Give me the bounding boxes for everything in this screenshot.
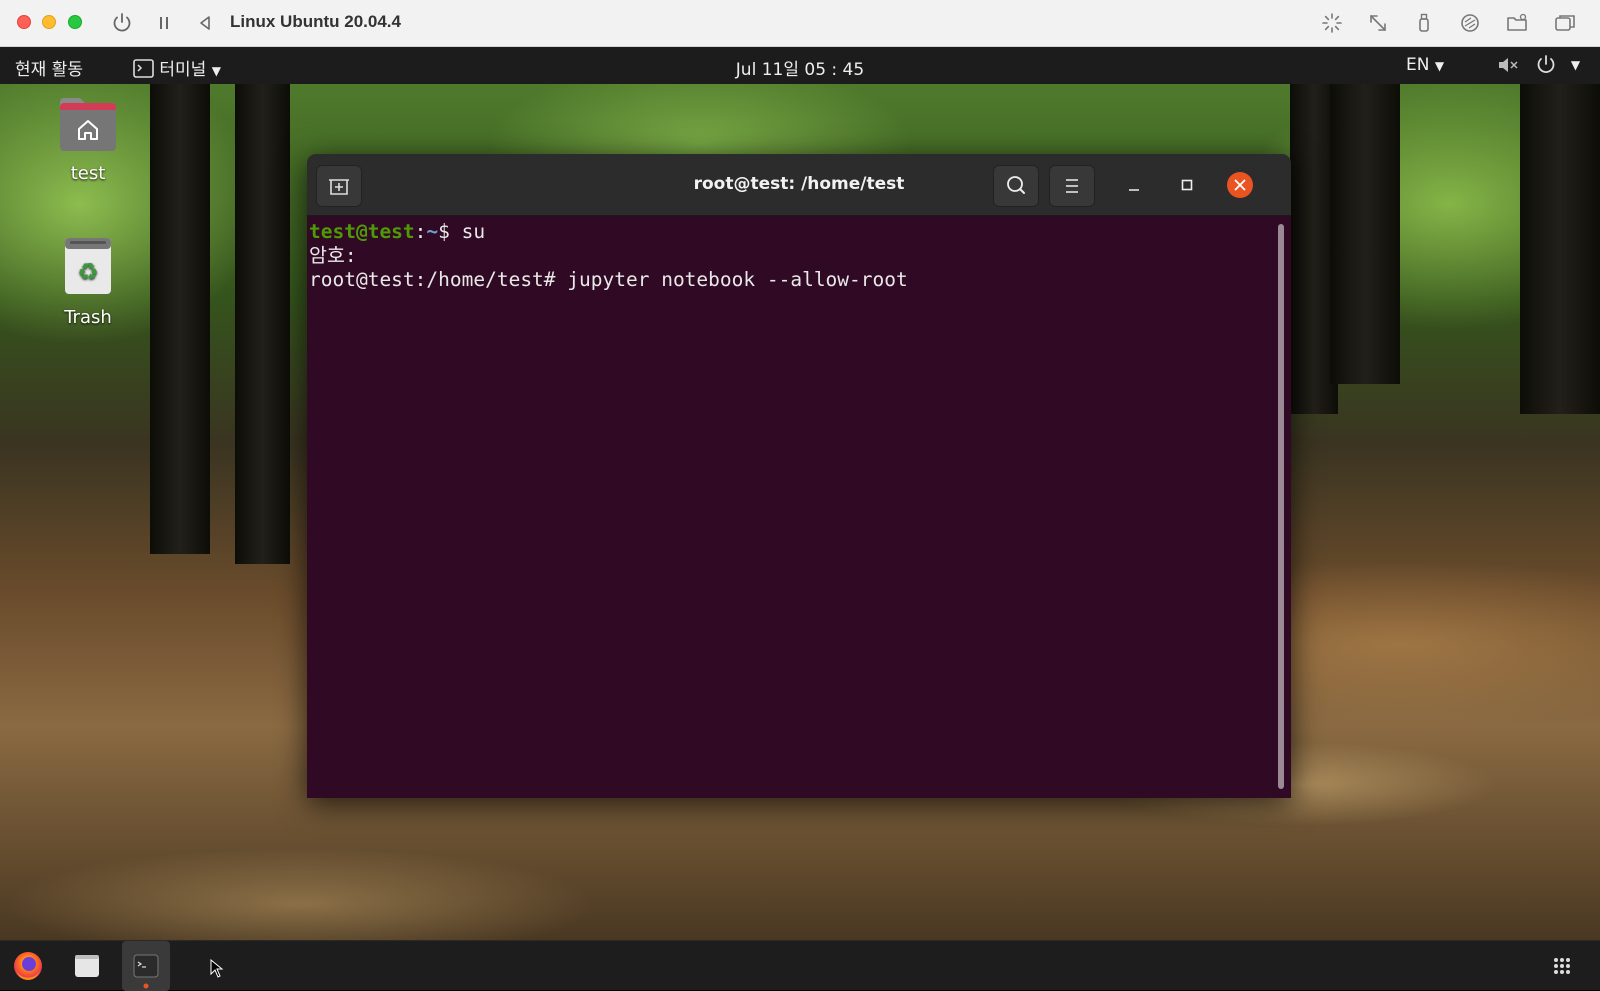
search-button[interactable]: [993, 165, 1039, 207]
files-icon[interactable]: [67, 946, 107, 986]
power-icon[interactable]: [110, 11, 134, 35]
new-tab-icon: [329, 179, 349, 195]
command-text: $ su: [438, 220, 486, 243]
shared-folder-icon[interactable]: [1505, 11, 1529, 35]
speaker-muted-icon: [1499, 58, 1518, 72]
input-lang-label: EN: [1406, 55, 1430, 75]
dock: [0, 940, 1600, 991]
svg-text:♻: ♻: [77, 258, 99, 286]
vm-title: Linux Ubuntu 20.04.4: [230, 12, 401, 31]
minimize-window-button[interactable]: [42, 15, 56, 29]
prompt-path: ~: [426, 220, 439, 243]
gnome-top-bar: 현재 활동 터미널 ▼ Jul 11일 05 : 45 EN ▼ ▼: [0, 47, 1600, 84]
usb-icon[interactable]: [1412, 11, 1436, 35]
tree-trunk: [1520, 84, 1600, 414]
vm-host-titlebar: Linux Ubuntu 20.04.4: [0, 0, 1600, 47]
desktop-icon-home[interactable]: test: [38, 96, 138, 184]
tree-trunk: [235, 84, 290, 564]
mouse-cursor-icon: [210, 959, 224, 978]
tree-trunk: [1330, 84, 1400, 384]
prompt-user: test@test: [309, 220, 415, 243]
input-source-menu[interactable]: EN ▼: [1406, 55, 1444, 75]
maximize-icon[interactable]: [1173, 171, 1201, 199]
zoom-window-button[interactable]: [68, 15, 82, 29]
power-icon: [1538, 55, 1555, 73]
firefox-icon[interactable]: [8, 946, 48, 986]
system-menu[interactable]: ▼: [1496, 54, 1580, 76]
search-icon: [1007, 176, 1025, 194]
chevron-down-icon: ▼: [1434, 59, 1445, 73]
terminal-line: test@test:~$ su: [309, 220, 1289, 244]
close-icon[interactable]: [1226, 171, 1254, 199]
clock[interactable]: Jul 11일 05 : 45: [736, 60, 864, 80]
prompt-separator: :: [414, 220, 427, 243]
trash-icon: ♻: [65, 238, 111, 294]
new-tab-button[interactable]: [316, 165, 362, 207]
terminal-line: root@test:/home/test# jupyter notebook -…: [309, 268, 908, 291]
chevron-down-icon: ▼: [1570, 58, 1581, 72]
terminal-line: 암호:: [309, 244, 357, 267]
minimize-icon[interactable]: [1120, 171, 1148, 199]
hamburger-menu-icon: [1066, 179, 1078, 193]
home-folder-icon: [60, 98, 116, 151]
back-triangle-icon[interactable]: [193, 11, 217, 35]
desktop-icon-label: test: [70, 163, 106, 184]
terminal-window[interactable]: root@test: /home/test test@test:~$ su 암호…: [307, 154, 1291, 798]
desktop-icon-trash[interactable]: ♻ Trash: [38, 236, 138, 328]
show-applications-icon[interactable]: [1542, 946, 1582, 986]
terminal-output[interactable]: test@test:~$ su 암호: root@test:/home/test…: [307, 216, 1291, 798]
pause-icon[interactable]: [152, 11, 176, 35]
close-window-button[interactable]: [17, 15, 31, 29]
terminal-header-bar[interactable]: root@test: /home/test: [307, 154, 1291, 216]
network-icon[interactable]: [1458, 11, 1482, 35]
menu-button[interactable]: [1049, 165, 1095, 207]
tree-trunk: [150, 84, 210, 554]
desktop-icon-label: Trash: [64, 307, 112, 328]
brightness-icon[interactable]: [1320, 11, 1344, 35]
terminal-icon[interactable]: [126, 946, 166, 986]
terminal-scrollbar[interactable]: [1278, 224, 1284, 789]
windows-icon[interactable]: [1553, 11, 1577, 35]
resize-arrows-icon[interactable]: [1366, 11, 1390, 35]
running-dot-icon: [143, 983, 149, 989]
